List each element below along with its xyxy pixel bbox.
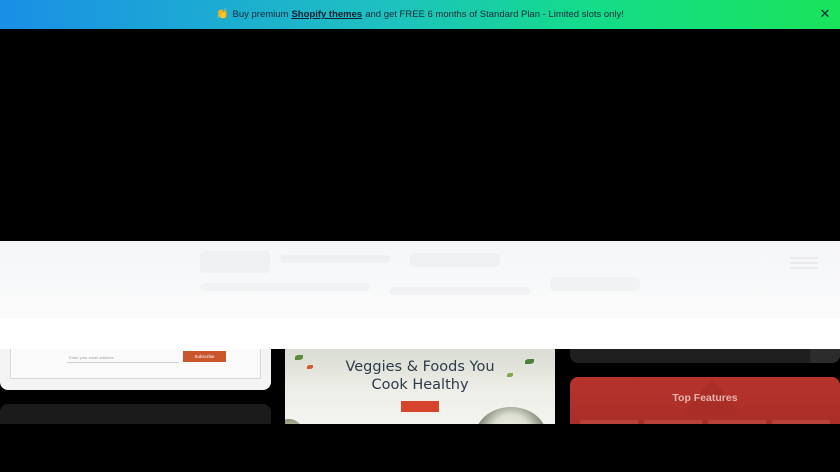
hero-video [0,29,840,241]
features-title: Top Features [672,392,738,404]
email-underline [67,362,179,363]
promo-text-before: Buy premium [232,9,289,20]
veggies-title: Veggies & Foods You Cook Healthy [285,358,555,394]
hero-ghost-content [180,247,660,309]
promo-text-after: and get FREE 6 months of Standard Plan -… [365,9,624,20]
white-band [0,318,840,349]
hero-section [0,241,840,318]
shopify-themes-link[interactable]: Shopify themes [291,9,362,20]
clapping-hands-icon: 👏 [216,9,229,20]
veggies-title-line1: Veggies & Foods You [345,359,495,375]
subscribe-button: Subscribe [183,351,226,362]
bottom-overlay [0,424,840,472]
veggies-title-line2: Cook Healthy [371,377,469,393]
newsletter-frame: Enter your email address Subscribe [10,349,261,379]
email-field: Enter your email address [69,355,114,360]
card-shade [810,349,840,363]
theme-card-newsletter[interactable]: Enter your email address Subscribe [0,349,271,390]
menu-icon [790,257,818,269]
close-icon[interactable]: ✕ [818,7,832,21]
shop-now-button [401,401,439,412]
theme-card-dark-right[interactable] [570,349,840,363]
promo-banner: 👏 Buy premium Shopify themes and get FRE… [0,0,840,29]
